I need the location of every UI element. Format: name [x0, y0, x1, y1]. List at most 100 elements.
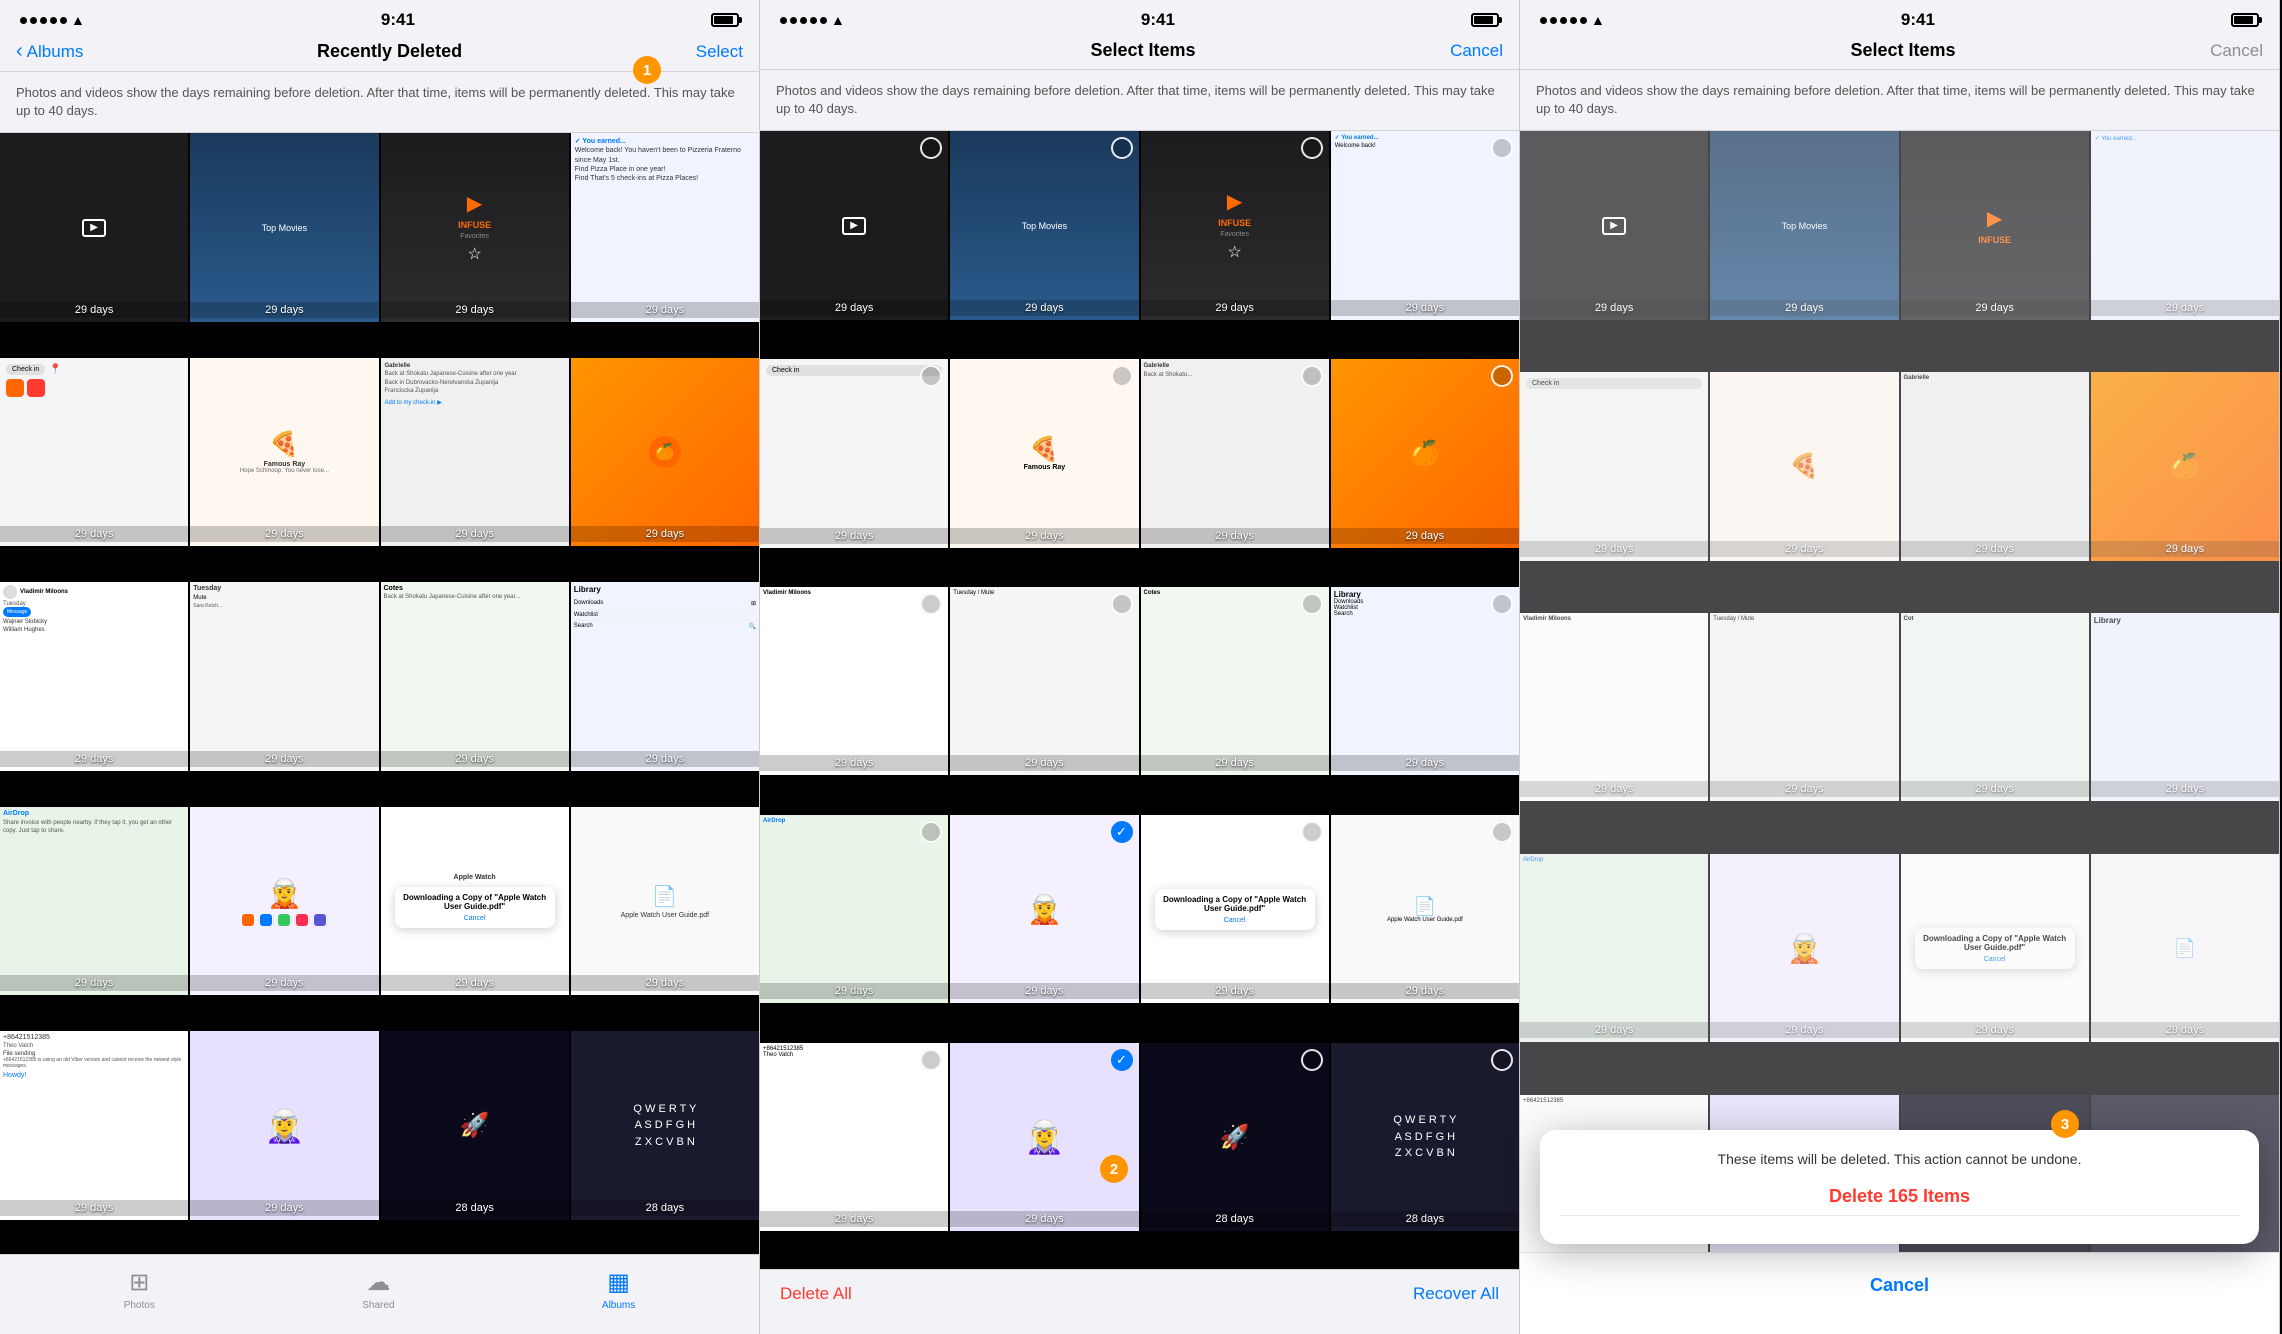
- photo-cell[interactable]: 🚀 28 days: [1141, 1043, 1329, 1231]
- cancel-button-3[interactable]: Cancel: [2210, 41, 2263, 61]
- photo-cell[interactable]: Top Movies 29 days: [190, 133, 378, 321]
- day-label: 29 days: [950, 300, 1138, 316]
- foursquare-desc: Back at Shokatu Japanese-Cuisine after o…: [385, 370, 565, 378]
- status-right-2: [1471, 13, 1499, 27]
- app-icon: [278, 914, 290, 926]
- library-row: Watchlist: [574, 610, 756, 621]
- signal-dots-3: [1540, 17, 1587, 24]
- photo-cell[interactable]: Q W E R T YA S D F G HZ X C V B N 28 day…: [571, 1031, 759, 1219]
- photo-cell[interactable]: Vladimir Miloons 29 days: [760, 587, 948, 775]
- photo-cell[interactable]: 🧝 ✓ 29 days: [950, 815, 1138, 1003]
- photo-cell[interactable]: Apple Watch Downloading a Copy of "Apple…: [381, 807, 569, 995]
- photo-cell: Check in29 days: [1520, 372, 1708, 560]
- photo-cell[interactable]: 📄 Apple Watch User Guide.pdf 29 days: [571, 807, 759, 995]
- chat-name2: Vladimir Miloons: [763, 590, 945, 596]
- pdf-cell2: 📄Apple Watch User Guide.pdf: [1331, 815, 1519, 1003]
- photo-cell[interactable]: +86421512385Theo Vatch 29 days: [760, 1043, 948, 1231]
- photo-cell[interactable]: 🧝 29 days: [190, 807, 378, 995]
- photo-cell[interactable]: Tuesday / Mute 29 days: [950, 587, 1138, 775]
- airdrop-title: AirDrop: [3, 810, 185, 817]
- photo-cell[interactable]: +86421512385 Theo Vatch File sending +86…: [0, 1031, 188, 1219]
- photo-cell[interactable]: Tuesday Mute Sara Ketch... 29 days: [190, 582, 378, 770]
- library3: Library: [2091, 613, 2279, 801]
- nav-bar-2: Select Items Cancel: [760, 36, 1519, 70]
- photo-cell[interactable]: LibraryDownloadsWatchlistSearch 29 days: [1331, 587, 1519, 775]
- orange-cell: 🍊: [571, 358, 759, 546]
- space-cell2: 🚀: [1141, 1043, 1329, 1231]
- photo-cell[interactable]: 🍕Famous Ray 29 days: [950, 359, 1138, 547]
- tab-albums[interactable]: ▦ Albums: [602, 1268, 635, 1311]
- select-button-1[interactable]: Select: [696, 42, 743, 62]
- app-icon: [6, 379, 24, 397]
- photo-cell[interactable]: 🍕 Famous Ray Hope Schmoop: You never los…: [190, 358, 378, 546]
- photo-cell[interactable]: Downloading a Copy of "Apple Watch User …: [1141, 815, 1329, 1003]
- infuse-logo: ▶: [1987, 206, 2002, 231]
- photo-cell[interactable]: 🚀 28 days: [381, 1031, 569, 1219]
- nav-bar-3: Select Items Cancel: [1520, 36, 2279, 70]
- photo-cell[interactable]: AirDrop Share invoice with people nearby…: [0, 807, 188, 995]
- day-label: 29 days: [1710, 781, 1898, 797]
- photo-cell[interactable]: ✓ You earned... Welcome back! You haven'…: [571, 133, 759, 321]
- photo-cell[interactable]: Cotes 29 days: [1141, 587, 1329, 775]
- tab-shared[interactable]: ☁ Shared: [362, 1268, 394, 1311]
- albums-tab-label: Albums: [602, 1300, 635, 1311]
- foursquare-body: Back at Shokatu...: [1144, 371, 1326, 379]
- cancel-button-2[interactable]: Cancel: [1450, 41, 1503, 61]
- photo-cell[interactable]: ✓ You earned... Welcome back! 29 days: [1331, 131, 1519, 319]
- photo-cell[interactable]: Cotes Back at Shokatu Japanese-Cuisine a…: [381, 582, 569, 770]
- char-icon5: 🧝: [1787, 932, 1822, 965]
- signal-dots-1: [20, 17, 67, 24]
- photo-cell[interactable]: 🧝‍♀️ ✓ 29 days: [950, 1043, 1138, 1231]
- delete-items-button[interactable]: Delete 165 Items: [1560, 1186, 2239, 1207]
- search-icon: 🔍: [749, 623, 756, 630]
- cancel-button-alert[interactable]: Cancel: [1520, 1267, 2279, 1304]
- photo-cell[interactable]: AirDrop 29 days: [760, 815, 948, 1003]
- photo-cell[interactable]: ▶ 29 days: [0, 133, 188, 321]
- photo-cell[interactable]: Library Downloads ⊞ Watchlist Search 🔍 2…: [571, 582, 759, 770]
- signal-dot: [60, 17, 67, 24]
- day-label: 29 days: [1710, 300, 1898, 316]
- app-icons-row2: [242, 914, 326, 926]
- battery-fill-1: [714, 16, 733, 24]
- app-icon: [242, 914, 254, 926]
- signal-dot: [1580, 17, 1587, 24]
- battery-tip-1: [739, 17, 742, 23]
- signal-dot: [790, 17, 797, 24]
- photo-content: Top Movies: [262, 223, 308, 233]
- contacts-cell2: Tuesday / Mute: [950, 587, 1138, 775]
- photo-cell[interactable]: Q W E R T YA S D F G HZ X C V B N 28 day…: [1331, 1043, 1519, 1231]
- character-cell2: 🧝‍♀️: [190, 1031, 378, 1219]
- infuse-title: INFUSE: [1218, 218, 1251, 228]
- day-label: 29 days: [1901, 300, 2089, 316]
- day-label: 29 days: [1520, 781, 1708, 797]
- photo-cell[interactable]: Check in 📍 29 days: [0, 358, 188, 546]
- photo-cell[interactable]: 📄Apple Watch User Guide.pdf 29 days: [1331, 815, 1519, 1003]
- day-label: 29 days: [1141, 983, 1329, 999]
- photo-cell[interactable]: Gabrielle Back at Shokatu Japanese-Cuisi…: [381, 358, 569, 546]
- orange-cell: 🍊: [1331, 359, 1519, 547]
- recover-all-button[interactable]: Recover All: [1413, 1284, 1499, 1304]
- airdrop-cell2: AirDrop: [760, 815, 948, 1003]
- library-title3: Library: [2094, 616, 2276, 625]
- photo-cell[interactable]: ▶ 29 days: [760, 131, 948, 319]
- photo-cell[interactable]: GabrielleBack at Shokatu... 29 days: [1141, 359, 1329, 547]
- library-row: Downloads ⊞: [574, 598, 756, 610]
- albums-tab-icon: ▦: [607, 1268, 630, 1297]
- photo-cell[interactable]: Vladimir Miloons Tuesday Message Wajnier…: [0, 582, 188, 770]
- photo-cell[interactable]: ▶ INFUSE Favorites ☆ 29 days: [381, 133, 569, 321]
- photo-cell[interactable]: Check in 29 days: [760, 359, 948, 547]
- back-button-1[interactable]: ‹ Albums: [16, 40, 83, 63]
- photo-cell[interactable]: 🍊 29 days: [571, 358, 759, 546]
- check-in-label: Check in: [766, 365, 942, 376]
- char3: 🧝: [1710, 854, 1898, 1042]
- photo-cell[interactable]: ▶INFUSEFavorites☆ 29 days: [1141, 131, 1329, 319]
- keyboard-cell2: Q W E R T YA S D F G HZ X C V B N: [1331, 1043, 1519, 1231]
- tab-photos[interactable]: ⊞ Photos: [124, 1268, 155, 1311]
- photo-cell[interactable]: 🧝‍♀️ 29 days: [190, 1031, 378, 1219]
- photo-grid-2: ▶ 29 days Top Movies 29 days ▶INFUSEFavo…: [760, 131, 1519, 1269]
- foursquare-title: Gabrielle: [1144, 362, 1326, 370]
- delete-all-button[interactable]: Delete All: [780, 1284, 852, 1304]
- photo-grid-1: ▶ 29 days Top Movies 29 days ▶ INFUSE Fa…: [0, 133, 759, 1254]
- photo-cell[interactable]: Top Movies 29 days: [950, 131, 1138, 319]
- photo-cell[interactable]: 🍊 29 days: [1331, 359, 1519, 547]
